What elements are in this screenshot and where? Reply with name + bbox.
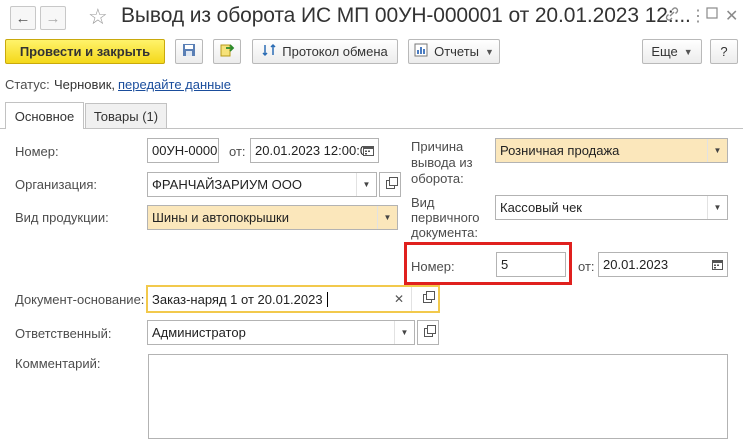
tab-divider bbox=[0, 128, 743, 129]
exchange-protocol-label: Протокол обмена bbox=[282, 44, 388, 59]
highlight-frame bbox=[404, 242, 572, 285]
date-value: 20.01.2023 12:00:00 bbox=[255, 143, 375, 158]
chevron-down-icon: ▼ bbox=[485, 46, 494, 57]
organization-label: Организация: bbox=[15, 177, 98, 192]
comment-textarea[interactable] bbox=[148, 354, 728, 439]
floppy-disk-icon bbox=[182, 43, 196, 60]
primary-doc-type-value: Кассовый чек bbox=[500, 200, 582, 215]
withdrawal-reason-value: Розничная продажа bbox=[500, 143, 620, 158]
exchange-protocol-button[interactable]: Протокол обмена bbox=[252, 39, 398, 64]
open-window-icon[interactable] bbox=[423, 291, 435, 303]
product-type-label: Вид продукции: bbox=[15, 210, 109, 225]
page-title: Вывод из оборота ИС МП 00УН-000001 от 20… bbox=[121, 4, 691, 27]
primary-date-field[interactable]: 20.01.2023 bbox=[598, 252, 728, 277]
calendar-icon[interactable] bbox=[707, 253, 727, 276]
chevron-down-icon: ▼ bbox=[683, 46, 693, 57]
forward-button[interactable]: → bbox=[40, 6, 66, 30]
back-button[interactable]: ← bbox=[10, 6, 36, 30]
primary-date-from-label: от: bbox=[578, 259, 595, 274]
basis-document-field[interactable]: Заказ-наряд 1 от 20.01.2023 ✕ bbox=[146, 285, 440, 313]
post-and-close-button[interactable]: Провести и закрыть bbox=[5, 39, 165, 64]
date-from-label: от: bbox=[229, 144, 246, 159]
basis-document-label: Документ-основание: bbox=[15, 292, 145, 307]
send-data-link[interactable]: передайте данные bbox=[118, 77, 231, 92]
more-button[interactable]: Еще ▼ bbox=[642, 39, 702, 64]
responsible-value: Администратор bbox=[152, 325, 246, 340]
chevron-down-icon[interactable]: ▼ bbox=[356, 173, 376, 196]
primary-date-value: 20.01.2023 bbox=[603, 257, 669, 272]
post-button[interactable] bbox=[213, 39, 241, 64]
arrow-right-icon: → bbox=[45, 9, 61, 27]
post-document-icon bbox=[219, 42, 235, 61]
clear-icon[interactable]: ✕ bbox=[394, 292, 404, 306]
number-field[interactable]: 00УН-0000 bbox=[147, 138, 219, 163]
chevron-down-icon[interactable]: ▼ bbox=[707, 139, 727, 162]
more-vertical-icon[interactable]: ⋮ bbox=[690, 6, 706, 26]
organization-open-button[interactable] bbox=[379, 172, 401, 197]
responsible-label: Ответственный: bbox=[15, 326, 112, 341]
chevron-down-icon[interactable]: ▼ bbox=[707, 196, 727, 219]
chevron-down-icon[interactable]: ▼ bbox=[394, 321, 414, 344]
chevron-down-icon[interactable]: ▼ bbox=[377, 206, 397, 229]
withdrawal-reason-field[interactable]: Розничная продажа ▼ bbox=[495, 138, 728, 163]
comment-label: Комментарий: bbox=[15, 356, 101, 371]
open-window-icon bbox=[423, 325, 436, 337]
protocol-icon bbox=[262, 43, 276, 60]
date-field[interactable]: 20.01.2023 12:00:00 bbox=[250, 138, 379, 163]
primary-doc-type-field[interactable]: Кассовый чек ▼ bbox=[495, 195, 728, 220]
withdrawal-reason-label: Причина вывода из оборота: bbox=[411, 139, 473, 186]
number-value: 00УН-0000 bbox=[152, 143, 218, 158]
help-button[interactable]: ? bbox=[710, 39, 738, 64]
tab-goods[interactable]: Товары (1) bbox=[85, 103, 167, 128]
responsible-field[interactable]: Администратор ▼ bbox=[147, 320, 415, 345]
organization-value: ФРАНЧАЙЗАРИУМ ООО bbox=[152, 177, 302, 192]
primary-doc-type-label: Вид первичного документа: bbox=[411, 195, 480, 240]
reports-label: Отчеты bbox=[434, 44, 480, 59]
status-value: Черновик, bbox=[54, 77, 116, 92]
open-window-icon bbox=[385, 177, 398, 189]
reports-icon bbox=[414, 43, 428, 60]
maximize-icon[interactable] bbox=[706, 6, 718, 24]
basis-document-value: Заказ-наряд 1 от 20.01.2023 bbox=[152, 291, 323, 307]
status-label: Статус: bbox=[5, 77, 50, 92]
star-icon[interactable]: ☆ bbox=[88, 4, 108, 30]
text-cursor bbox=[326, 291, 328, 307]
responsible-open-button[interactable] bbox=[417, 320, 439, 345]
product-type-field[interactable]: Шины и автопокрышки ▼ bbox=[147, 205, 398, 230]
tab-main[interactable]: Основное bbox=[5, 102, 84, 129]
reports-button[interactable]: Отчеты ▼ bbox=[408, 39, 500, 64]
product-type-value: Шины и автопокрышки bbox=[152, 210, 289, 225]
organization-field[interactable]: ФРАНЧАЙЗАРИУМ ООО ▼ bbox=[147, 172, 377, 197]
calendar-icon[interactable] bbox=[358, 139, 378, 162]
close-icon[interactable]: ✕ bbox=[725, 6, 738, 26]
arrow-left-icon: ← bbox=[15, 9, 31, 27]
link-icon[interactable] bbox=[664, 6, 680, 27]
number-label: Номер: bbox=[15, 144, 59, 159]
more-label: Еще bbox=[651, 44, 678, 59]
save-button[interactable] bbox=[175, 39, 203, 64]
